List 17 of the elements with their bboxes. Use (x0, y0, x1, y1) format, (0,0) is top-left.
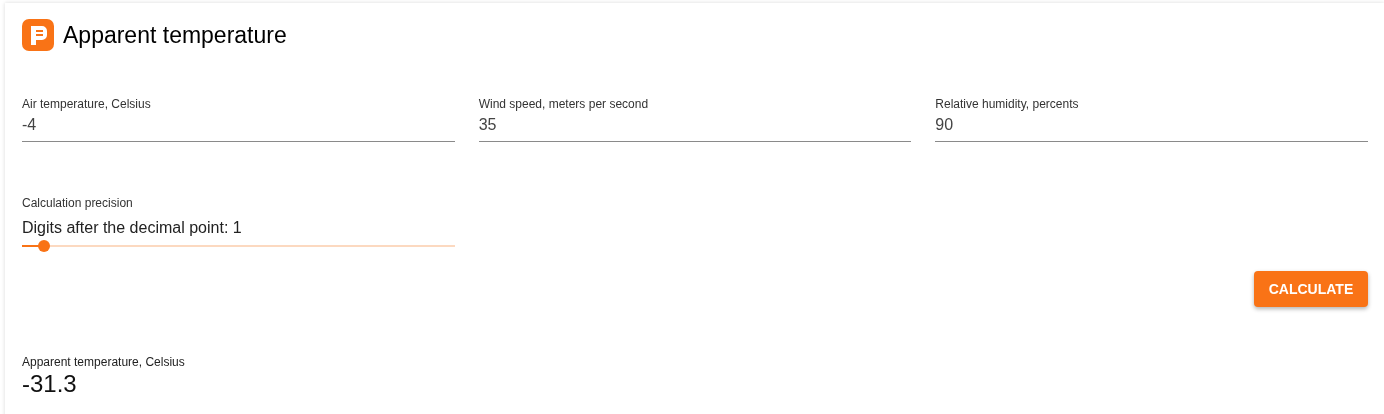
slider-track[interactable] (22, 240, 455, 252)
result-label: Apparent temperature, Celsius (22, 354, 186, 370)
result-value: -31.3 (22, 370, 78, 398)
slider-value-text: Digits after the decimal point: 1 (22, 218, 243, 238)
field-value: -4 (22, 115, 38, 135)
input-field[interactable]: Wind speed, meters per second 35 (478, 96, 912, 142)
input-field[interactable]: Relative humidity, percents 90 (935, 96, 1368, 142)
field-label: Wind speed, meters per second (478, 96, 650, 112)
logo-icon (22, 19, 54, 51)
field-label: Relative humidity, percents (935, 96, 1080, 112)
input-field[interactable]: Air temperature, Celsius -4 (22, 96, 455, 142)
field-label: Calculation precision (22, 195, 134, 211)
field-value: 35 (478, 115, 498, 135)
field-value: 90 (935, 115, 955, 135)
page-title: Apparent temperature (63, 20, 287, 50)
field-label: Air temperature, Celsius (22, 96, 152, 112)
slider-thumb[interactable] (37, 240, 50, 252)
